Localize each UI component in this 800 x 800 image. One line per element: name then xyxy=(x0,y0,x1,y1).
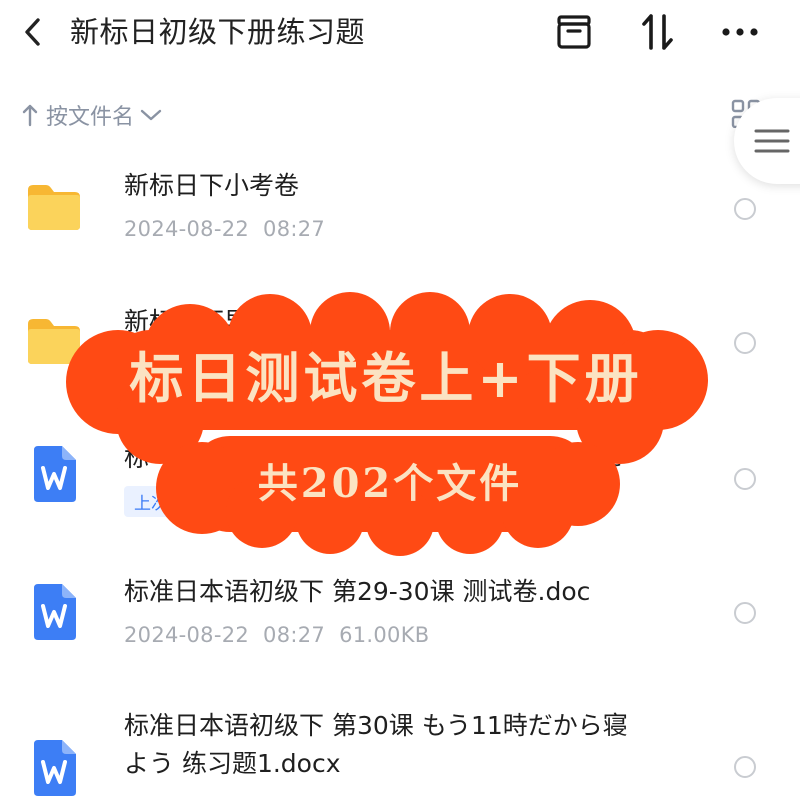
folder-icon xyxy=(28,319,80,364)
recent-tag: 上次 xyxy=(124,486,178,517)
more-button[interactable] xyxy=(718,10,762,54)
word-document-icon xyxy=(34,446,76,502)
file-name: 新标日下早测卷 xyxy=(124,307,300,336)
archive-icon xyxy=(557,15,591,49)
more-icon xyxy=(722,28,758,36)
chevron-down-icon xyxy=(140,108,162,122)
file-size: 61.00KB xyxy=(339,623,430,647)
app-header: 新标日初级下册练习题 xyxy=(0,0,800,70)
back-button[interactable] xyxy=(18,14,48,50)
sort-button[interactable] xyxy=(636,10,680,54)
file-name: 标准日本语初级下 第29-30课 测试卷.doc xyxy=(124,577,591,606)
word-document-icon xyxy=(34,584,76,640)
folder-icon xyxy=(28,185,80,230)
page-title: 新标日初级下册练习题 xyxy=(70,15,366,49)
file-time: 08:27 xyxy=(263,623,326,647)
file-name: 标 xyxy=(124,443,150,472)
file-name: 新标日下小考卷 xyxy=(124,171,300,200)
select-radio[interactable] xyxy=(734,332,756,354)
chevron-left-icon xyxy=(25,18,40,46)
file-date: 2024-08-22 xyxy=(124,623,250,647)
menu-icon xyxy=(754,129,790,153)
word-document-icon xyxy=(34,740,76,796)
list-item[interactable]: 新标日下小考卷 2024-08-22 08:27 xyxy=(0,160,800,270)
arrow-up-icon xyxy=(22,103,38,127)
select-radio[interactable] xyxy=(734,602,756,624)
list-item[interactable]: 新标日下早测卷 xyxy=(0,296,800,406)
sort-icon xyxy=(642,14,673,50)
file-date: 2024-08-22 xyxy=(124,217,250,241)
select-radio[interactable] xyxy=(734,468,756,490)
file-time: 08:27 xyxy=(263,217,326,241)
file-meta: 2024-08-22 08:27 61.00KB xyxy=(124,620,429,650)
select-radio[interactable] xyxy=(734,756,756,778)
file-meta: 2024-08-22 08:27 xyxy=(124,214,325,244)
select-radio[interactable] xyxy=(734,198,756,220)
list-item[interactable]: 标准日本语初级下 第30课 もう11時だから寝 よう 练习题1.docx xyxy=(0,700,800,800)
file-name-line1: 标准日本语初级下 第30课 もう11時だから寝 xyxy=(124,711,628,740)
list-item[interactable]: 标准日本语初级下 第29-30课 测试卷.doc 2024-08-22 08:27… xyxy=(0,566,800,676)
file-name-line2: よう 练习题1.docx xyxy=(124,749,341,778)
sort-selector[interactable]: 按文件名 xyxy=(22,96,162,134)
sort-label: 按文件名 xyxy=(46,105,135,130)
archive-button[interactable] xyxy=(552,10,596,54)
file-name-tail: c xyxy=(608,443,622,472)
list-item[interactable]: 标 c 上次 xyxy=(0,430,800,540)
